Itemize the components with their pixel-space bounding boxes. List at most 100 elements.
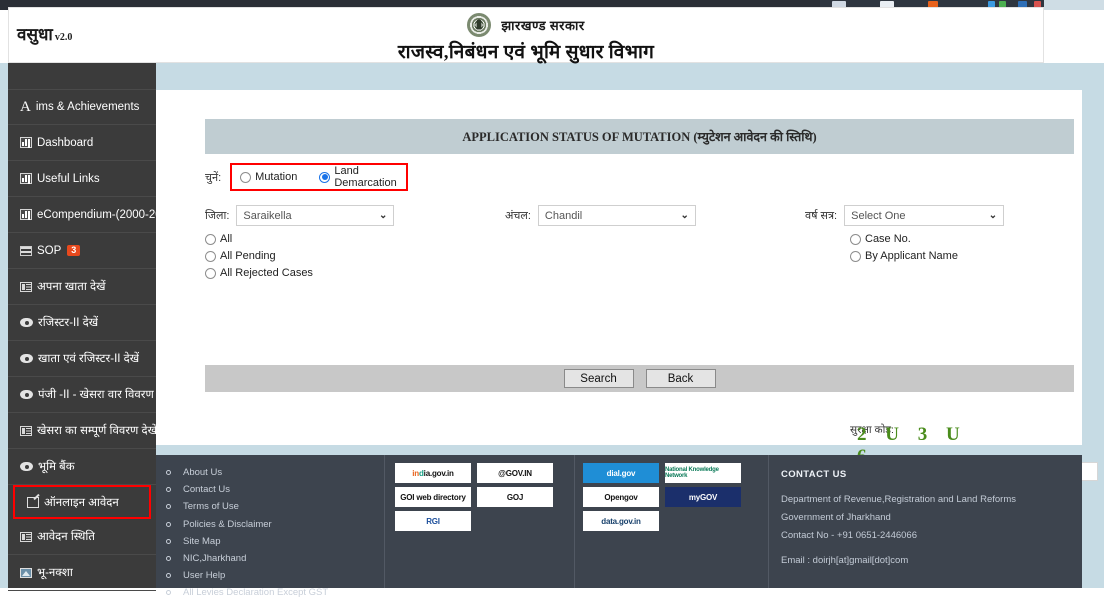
national-knowledge-network-logo[interactable]: National Knowledge Network bbox=[665, 463, 741, 483]
circle-field: अंचल: Chandil ⌄ bbox=[505, 205, 696, 226]
radio-circle-icon bbox=[205, 234, 216, 245]
bullet-icon bbox=[166, 522, 171, 527]
page-title: APPLICATION STATUS OF MUTATION (म्युटेशन… bbox=[205, 119, 1074, 154]
footer-link-user-help[interactable]: User Help bbox=[166, 570, 384, 581]
list-icon bbox=[20, 282, 32, 292]
sidebar-item-label: भूमि बैंक bbox=[38, 459, 75, 474]
sidebar-item-apna-khata-dekhen[interactable]: अपना खाता देखें bbox=[8, 269, 156, 305]
opengov-logo[interactable]: Opengov bbox=[583, 487, 659, 507]
footer-logos-column-2: dial.gov National Knowledge Network Open… bbox=[574, 455, 768, 588]
list-icon bbox=[20, 532, 32, 542]
circle-select[interactable]: Chandil ⌄ bbox=[538, 205, 696, 226]
eye-icon bbox=[20, 462, 33, 471]
sidebar-item-label: ऑनलाइन आवेदन bbox=[44, 495, 119, 510]
radio-circle-icon bbox=[205, 251, 216, 262]
ashoka-emblem-icon bbox=[467, 13, 491, 37]
bullet-icon bbox=[166, 573, 171, 578]
taskbar-right-region bbox=[1044, 0, 1104, 10]
circle-value: Chandil bbox=[545, 210, 582, 222]
sidebar-item-label: SOP bbox=[37, 245, 61, 257]
sidebar-item-bhumi-bank[interactable]: भूमि बैंक bbox=[8, 449, 156, 485]
chart-icon bbox=[20, 209, 32, 220]
back-button[interactable]: Back bbox=[646, 369, 716, 388]
data-gov-in-logo[interactable]: data.gov.in bbox=[583, 511, 659, 531]
footer-link-nic-jharkhand[interactable]: NIC,Jharkhand bbox=[166, 553, 384, 564]
site-header: वसुधाv2.0 झारखण्ड सरकार राजस्व,निबंधन एव… bbox=[8, 7, 1044, 63]
mutation-status-form: चुनें: Mutation Land Demarcation जिला: S… bbox=[205, 154, 1074, 355]
goj-logo[interactable]: GOJ bbox=[477, 487, 553, 507]
footer-link-about-us[interactable]: About Us bbox=[166, 467, 384, 478]
sidebar-item-useful-links[interactable]: Useful Links bbox=[8, 161, 156, 197]
footer-link-label: NIC,Jharkhand bbox=[183, 553, 246, 564]
sidebar-item-aims-achievements[interactable]: A ims & Achievements bbox=[8, 89, 156, 125]
dial-gov-logo[interactable]: dial.gov bbox=[583, 463, 659, 483]
district-select[interactable]: Saraikella ⌄ bbox=[236, 205, 394, 226]
eye-icon bbox=[20, 390, 33, 399]
footer-link-label: Contact Us bbox=[183, 484, 230, 495]
mygov-logo[interactable]: myGOV bbox=[665, 487, 741, 507]
department-title: राजस्व,निबंधन एवं भूमि सुधार विभाग bbox=[9, 38, 1043, 64]
sidebar-item-dashboard[interactable]: Dashboard bbox=[8, 125, 156, 161]
district-field: जिला: Saraikella ⌄ bbox=[205, 205, 394, 226]
footer-link-terms-of-use[interactable]: Terms of Use bbox=[166, 501, 384, 512]
list-icon bbox=[20, 426, 32, 436]
sidebar-item-khesra-sampurna-vivaran[interactable]: खेसरा का सम्पूर्ण विवरण देखें bbox=[8, 413, 156, 449]
footer-link-site-map[interactable]: Site Map bbox=[166, 536, 384, 547]
at-gov-in-logo[interactable]: @GOV.IN bbox=[477, 463, 553, 483]
radio-by-applicant-name-label: By Applicant Name bbox=[865, 250, 958, 262]
chart-icon bbox=[20, 137, 32, 148]
search-button[interactable]: Search bbox=[564, 369, 634, 388]
year-session-select[interactable]: Select One ⌄ bbox=[844, 205, 1004, 226]
footer-links-column: About Us Contact Us Terms of Use Policie… bbox=[156, 455, 384, 588]
radio-land-demarcation-label: Land Demarcation bbox=[334, 165, 406, 189]
footer-link-contact-us[interactable]: Contact Us bbox=[166, 484, 384, 495]
footer-link-policies-disclaimer[interactable]: Policies & Disclaimer bbox=[166, 519, 384, 530]
image-icon bbox=[20, 568, 32, 578]
radio-circle-icon bbox=[850, 234, 861, 245]
site-footer: About Us Contact Us Terms of Use Policie… bbox=[156, 455, 1082, 588]
goi-web-directory-logo[interactable]: GOI web directory bbox=[395, 487, 471, 507]
radio-all-pending[interactable]: All Pending bbox=[205, 250, 313, 262]
sidebar-item-label: ims & Achievements bbox=[36, 101, 140, 113]
footer-link-all-levies-declaration[interactable]: All Levies Declaration Except GST bbox=[166, 587, 384, 598]
sidebar-item-label: अपना खाता देखें bbox=[37, 279, 106, 294]
sidebar-item-online-aavedan[interactable]: ऑनलाइन आवेदन bbox=[13, 485, 151, 519]
sidebar-item-label: खेसरा का सम्पूर्ण विवरण देखें bbox=[37, 423, 156, 438]
sidebar-item-label: Useful Links bbox=[37, 173, 100, 185]
radio-land-demarcation[interactable]: Land Demarcation bbox=[319, 165, 406, 189]
bullet-icon bbox=[166, 556, 171, 561]
radio-mutation[interactable]: Mutation bbox=[240, 171, 297, 183]
sidebar-item-aavedan-sthiti[interactable]: आवेदन स्थिति bbox=[8, 519, 156, 555]
bullet-icon bbox=[166, 590, 171, 595]
rgi-logo[interactable]: RGI bbox=[395, 511, 471, 531]
chevron-down-icon: ⌄ bbox=[379, 210, 387, 221]
application-type-row: चुनें: Mutation Land Demarcation bbox=[205, 162, 408, 192]
sidebar-item-sop[interactable]: SOP 3 bbox=[8, 233, 156, 269]
radio-all[interactable]: All bbox=[205, 233, 313, 245]
contact-government: Government of Jharkhand bbox=[781, 512, 1082, 523]
year-session-value: Select One bbox=[851, 210, 905, 222]
footer-link-label: About Us bbox=[183, 467, 222, 478]
pen-icon bbox=[27, 497, 39, 508]
radio-by-applicant-name[interactable]: By Applicant Name bbox=[850, 250, 958, 262]
radio-all-rejected-cases[interactable]: All Rejected Cases bbox=[205, 267, 313, 279]
sidebar-item-panji-2-khesra-war[interactable]: पंजी -II - खेसरा वार विवरण bbox=[8, 377, 156, 413]
footer-link-label: User Help bbox=[183, 570, 225, 581]
main-content: APPLICATION STATUS OF MUTATION (म्युटेशन… bbox=[156, 90, 1082, 445]
application-type-radio-group: Mutation Land Demarcation bbox=[230, 163, 408, 191]
radio-mutation-label: Mutation bbox=[255, 171, 297, 183]
district-label: जिला: bbox=[205, 208, 229, 223]
sidebar-item-label: पंजी -II - खेसरा वार विवरण bbox=[38, 387, 154, 402]
form-action-bar: Search Back bbox=[205, 365, 1074, 392]
contact-email: Email : doirjh[at]gmail[dot]com bbox=[781, 555, 1082, 566]
sidebar-item-khata-evam-register-2[interactable]: खाता एवं रजिस्टर-II देखें bbox=[8, 341, 156, 377]
sidebar-item-bhu-naksha[interactable]: भू-नक्शा bbox=[8, 555, 156, 591]
radio-case-no-label: Case No. bbox=[865, 233, 911, 245]
sidebar-item-ecompendium[interactable]: eCompendium-(2000-2019) bbox=[8, 197, 156, 233]
radio-circle-icon bbox=[850, 251, 861, 262]
india-gov-in-logo[interactable]: india.gov.in bbox=[395, 463, 471, 483]
sidebar-item-register-2-dekhen[interactable]: रजिस्टर-II देखें bbox=[8, 305, 156, 341]
footer-contact-column: CONTACT US Department of Revenue,Registr… bbox=[768, 455, 1082, 588]
radio-all-pending-label: All Pending bbox=[220, 250, 276, 262]
radio-case-no[interactable]: Case No. bbox=[850, 233, 958, 245]
